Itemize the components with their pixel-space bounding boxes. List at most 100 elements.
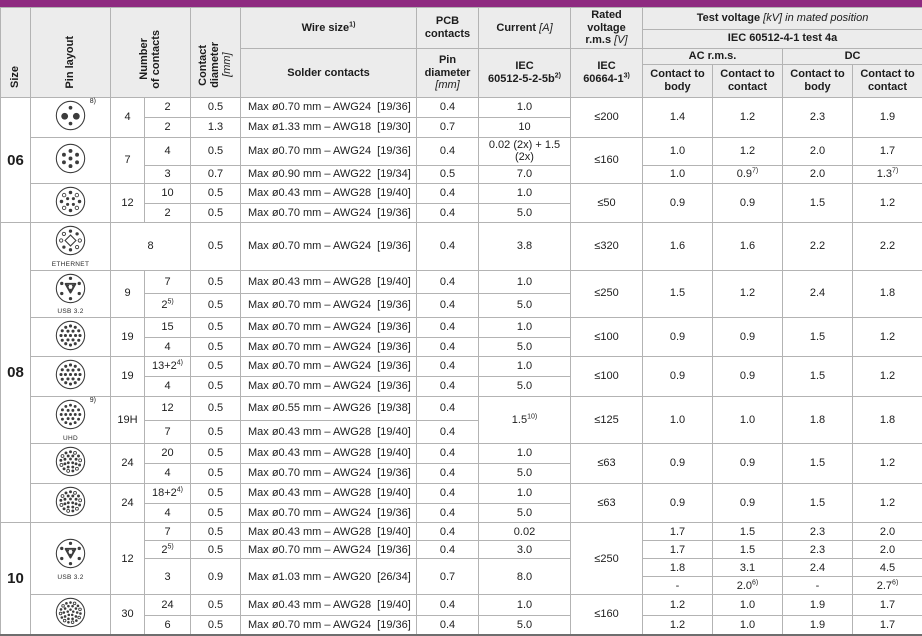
- cell-dc-contact-to-contact: 1.7: [853, 595, 922, 615]
- cell-dc-contact-to-body: 2.0: [783, 165, 853, 183]
- cell-dc-contact-to-body: 1.9: [783, 615, 853, 635]
- pin-layout-4-icon: 8): [54, 99, 87, 132]
- cell-solder-contacts: Max ø0.70 mm – AWG24 [19/36]: [241, 357, 417, 377]
- cell-contacts: 6: [145, 615, 191, 635]
- cell-solder-contacts: Max ø0.43 mm – AWG28 [19/40]: [241, 270, 417, 294]
- cell-contact-diameter: 0.5: [191, 270, 241, 294]
- cell-contact-diameter: 0.5: [191, 523, 241, 541]
- col-header-wire-size: Wire size1): [241, 8, 417, 49]
- cell-current: 8.0: [479, 559, 571, 595]
- cell-ac-contact-to-body: 1.5: [643, 270, 713, 317]
- cell-size: 06: [1, 97, 31, 223]
- cell-ac-contact-to-contact: 3.1: [713, 559, 783, 577]
- cell-dc-contact-to-body: 1.5: [783, 483, 853, 523]
- cell-solder-contacts: Max ø0.70 mm – AWG24 [19/36]: [241, 97, 417, 117]
- cell-ac-contact-to-body: 1.8: [643, 559, 713, 577]
- cell-solder-contacts: Max ø0.70 mm – AWG24 [19/36]: [241, 503, 417, 523]
- cell-dc-contact-to-contact: 1.37): [853, 165, 922, 183]
- cell-current: 3.8: [479, 223, 571, 270]
- cell-contact-diameter: 0.5: [191, 595, 241, 615]
- cell-solder-contacts: Max ø0.43 mm – AWG28 [19/40]: [241, 183, 417, 203]
- cell-dc-contact-to-body: 1.5: [783, 183, 853, 223]
- cell-dc-contact-to-contact: 2.0: [853, 523, 922, 541]
- cell-pin-layout: [31, 357, 111, 397]
- cell-contact-diameter: 0.5: [191, 223, 241, 270]
- cell-pin-layout: USB 3.2: [31, 270, 111, 317]
- cell-current: 1.0: [479, 483, 571, 503]
- cell-pin-diameter: 0.4: [417, 337, 479, 357]
- cell-contacts-total: 12: [111, 183, 145, 223]
- cell-contact-diameter: 0.5: [191, 97, 241, 117]
- col-header-number-of-contacts: Number of contacts: [111, 8, 191, 98]
- col-header-pcb-contacts: PCB contacts: [417, 8, 479, 49]
- cell-pin-diameter: 0.4: [417, 97, 479, 117]
- cell-pin-layout: 8): [31, 97, 111, 137]
- cell-solder-contacts: Max ø0.70 mm – AWG24 [19/36]: [241, 337, 417, 357]
- cell-contact-diameter: 0.5: [191, 615, 241, 635]
- cell-rated-voltage: ≤63: [571, 483, 643, 523]
- cell-pin-layout: [31, 137, 111, 183]
- cell-solder-contacts: Max ø0.70 mm – AWG24 [19/36]: [241, 294, 417, 318]
- cell-ac-contact-to-contact: 1.2: [713, 270, 783, 317]
- pin-layout-label: UHD: [33, 436, 108, 443]
- cell-dc-contact-to-body: 1.5: [783, 444, 853, 484]
- cell-contacts: 3: [145, 559, 191, 595]
- cell-contacts: 12: [145, 397, 191, 421]
- cell-contacts: 7: [145, 523, 191, 541]
- cell-contacts-total: 24: [111, 483, 145, 523]
- cell-pin-diameter: 0.4: [417, 294, 479, 318]
- cell-rated-voltage: ≤320: [571, 223, 643, 270]
- pin-layout-label: USB 3.2: [33, 575, 108, 582]
- cell-ac-contact-to-contact: 1.0: [713, 397, 783, 444]
- cell-contacts-total: 8: [111, 223, 191, 270]
- cell-solder-contacts: Max ø0.70 mm – AWG24 [19/36]: [241, 377, 417, 397]
- cell-dc-contact-to-contact: 1.7: [853, 137, 922, 165]
- cell-dc-contact-to-body: 2.3: [783, 523, 853, 541]
- cell-pin-layout: [31, 183, 111, 223]
- col-header-dc: DC: [783, 48, 922, 64]
- cell-ac-contact-to-body: 1.0: [643, 165, 713, 183]
- cell-dc-contact-to-body: 2.3: [783, 541, 853, 559]
- cell-dc-contact-to-contact: 1.8: [853, 397, 922, 444]
- cell-current: 10: [479, 117, 571, 137]
- cell-contacts: 4: [145, 377, 191, 397]
- cell-dc-contact-to-contact: 1.9: [853, 97, 922, 137]
- cell-contact-diameter: 0.5: [191, 137, 241, 165]
- cell-contact-diameter: 1.3: [191, 117, 241, 137]
- cell-solder-contacts: Max ø0.70 mm – AWG24 [19/36]: [241, 137, 417, 165]
- cell-contact-diameter: 0.7: [191, 165, 241, 183]
- cell-contacts: 18+24): [145, 483, 191, 503]
- cell-solder-contacts: Max ø0.70 mm – AWG24 [19/36]: [241, 615, 417, 635]
- cell-ac-contact-to-contact: 0.9: [713, 317, 783, 357]
- cell-solder-contacts: Max ø0.43 mm – AWG28 [19/40]: [241, 420, 417, 444]
- cell-dc-contact-to-body: 2.4: [783, 270, 853, 317]
- table-header: Size Pin layout Number of contacts Conta…: [1, 8, 922, 98]
- cell-dc-contact-to-body: 1.9: [783, 595, 853, 615]
- cell-ac-contact-to-contact: 1.5: [713, 523, 783, 541]
- cell-contact-diameter: 0.5: [191, 444, 241, 464]
- cell-current: 5.0: [479, 503, 571, 523]
- cell-current: 5.0: [479, 464, 571, 484]
- pin-layout-19-icon: [54, 319, 87, 352]
- cell-ac-contact-to-contact: 1.2: [713, 137, 783, 165]
- cell-ac-contact-to-body: 0.9: [643, 483, 713, 523]
- cell-solder-contacts: Max ø0.70 mm – AWG24 [19/36]: [241, 203, 417, 223]
- col-header-ac: AC r.m.s.: [643, 48, 783, 64]
- cell-dc-contact-to-contact: 4.5: [853, 559, 922, 577]
- cell-pin-diameter: 0.4: [417, 377, 479, 397]
- cell-dc-contact-to-body: -: [783, 577, 853, 595]
- cell-contacts: 20: [145, 444, 191, 464]
- col-header-test-voltage: Test voltage [kV] in mated position: [643, 8, 922, 30]
- cell-contacts: 13+24): [145, 357, 191, 377]
- cell-solder-contacts: Max ø0.43 mm – AWG28 [19/40]: [241, 523, 417, 541]
- cell-pin-layout: [31, 444, 111, 484]
- cell-solder-contacts: Max ø0.43 mm – AWG28 [19/40]: [241, 444, 417, 464]
- col-header-solder-contacts: Solder contacts: [241, 48, 417, 97]
- cell-rated-voltage: ≤160: [571, 595, 643, 635]
- cell-solder-contacts: Max ø0.70 mm – AWG24 [19/36]: [241, 464, 417, 484]
- cell-solder-contacts: Max ø0.43 mm – AWG28 [19/40]: [241, 483, 417, 503]
- col-header-ac-contact-to-contact: Contact to contact: [713, 64, 783, 97]
- cell-ac-contact-to-body: 1.2: [643, 595, 713, 615]
- pin-layout-30-icon: [54, 596, 87, 629]
- cell-contacts: 24: [145, 595, 191, 615]
